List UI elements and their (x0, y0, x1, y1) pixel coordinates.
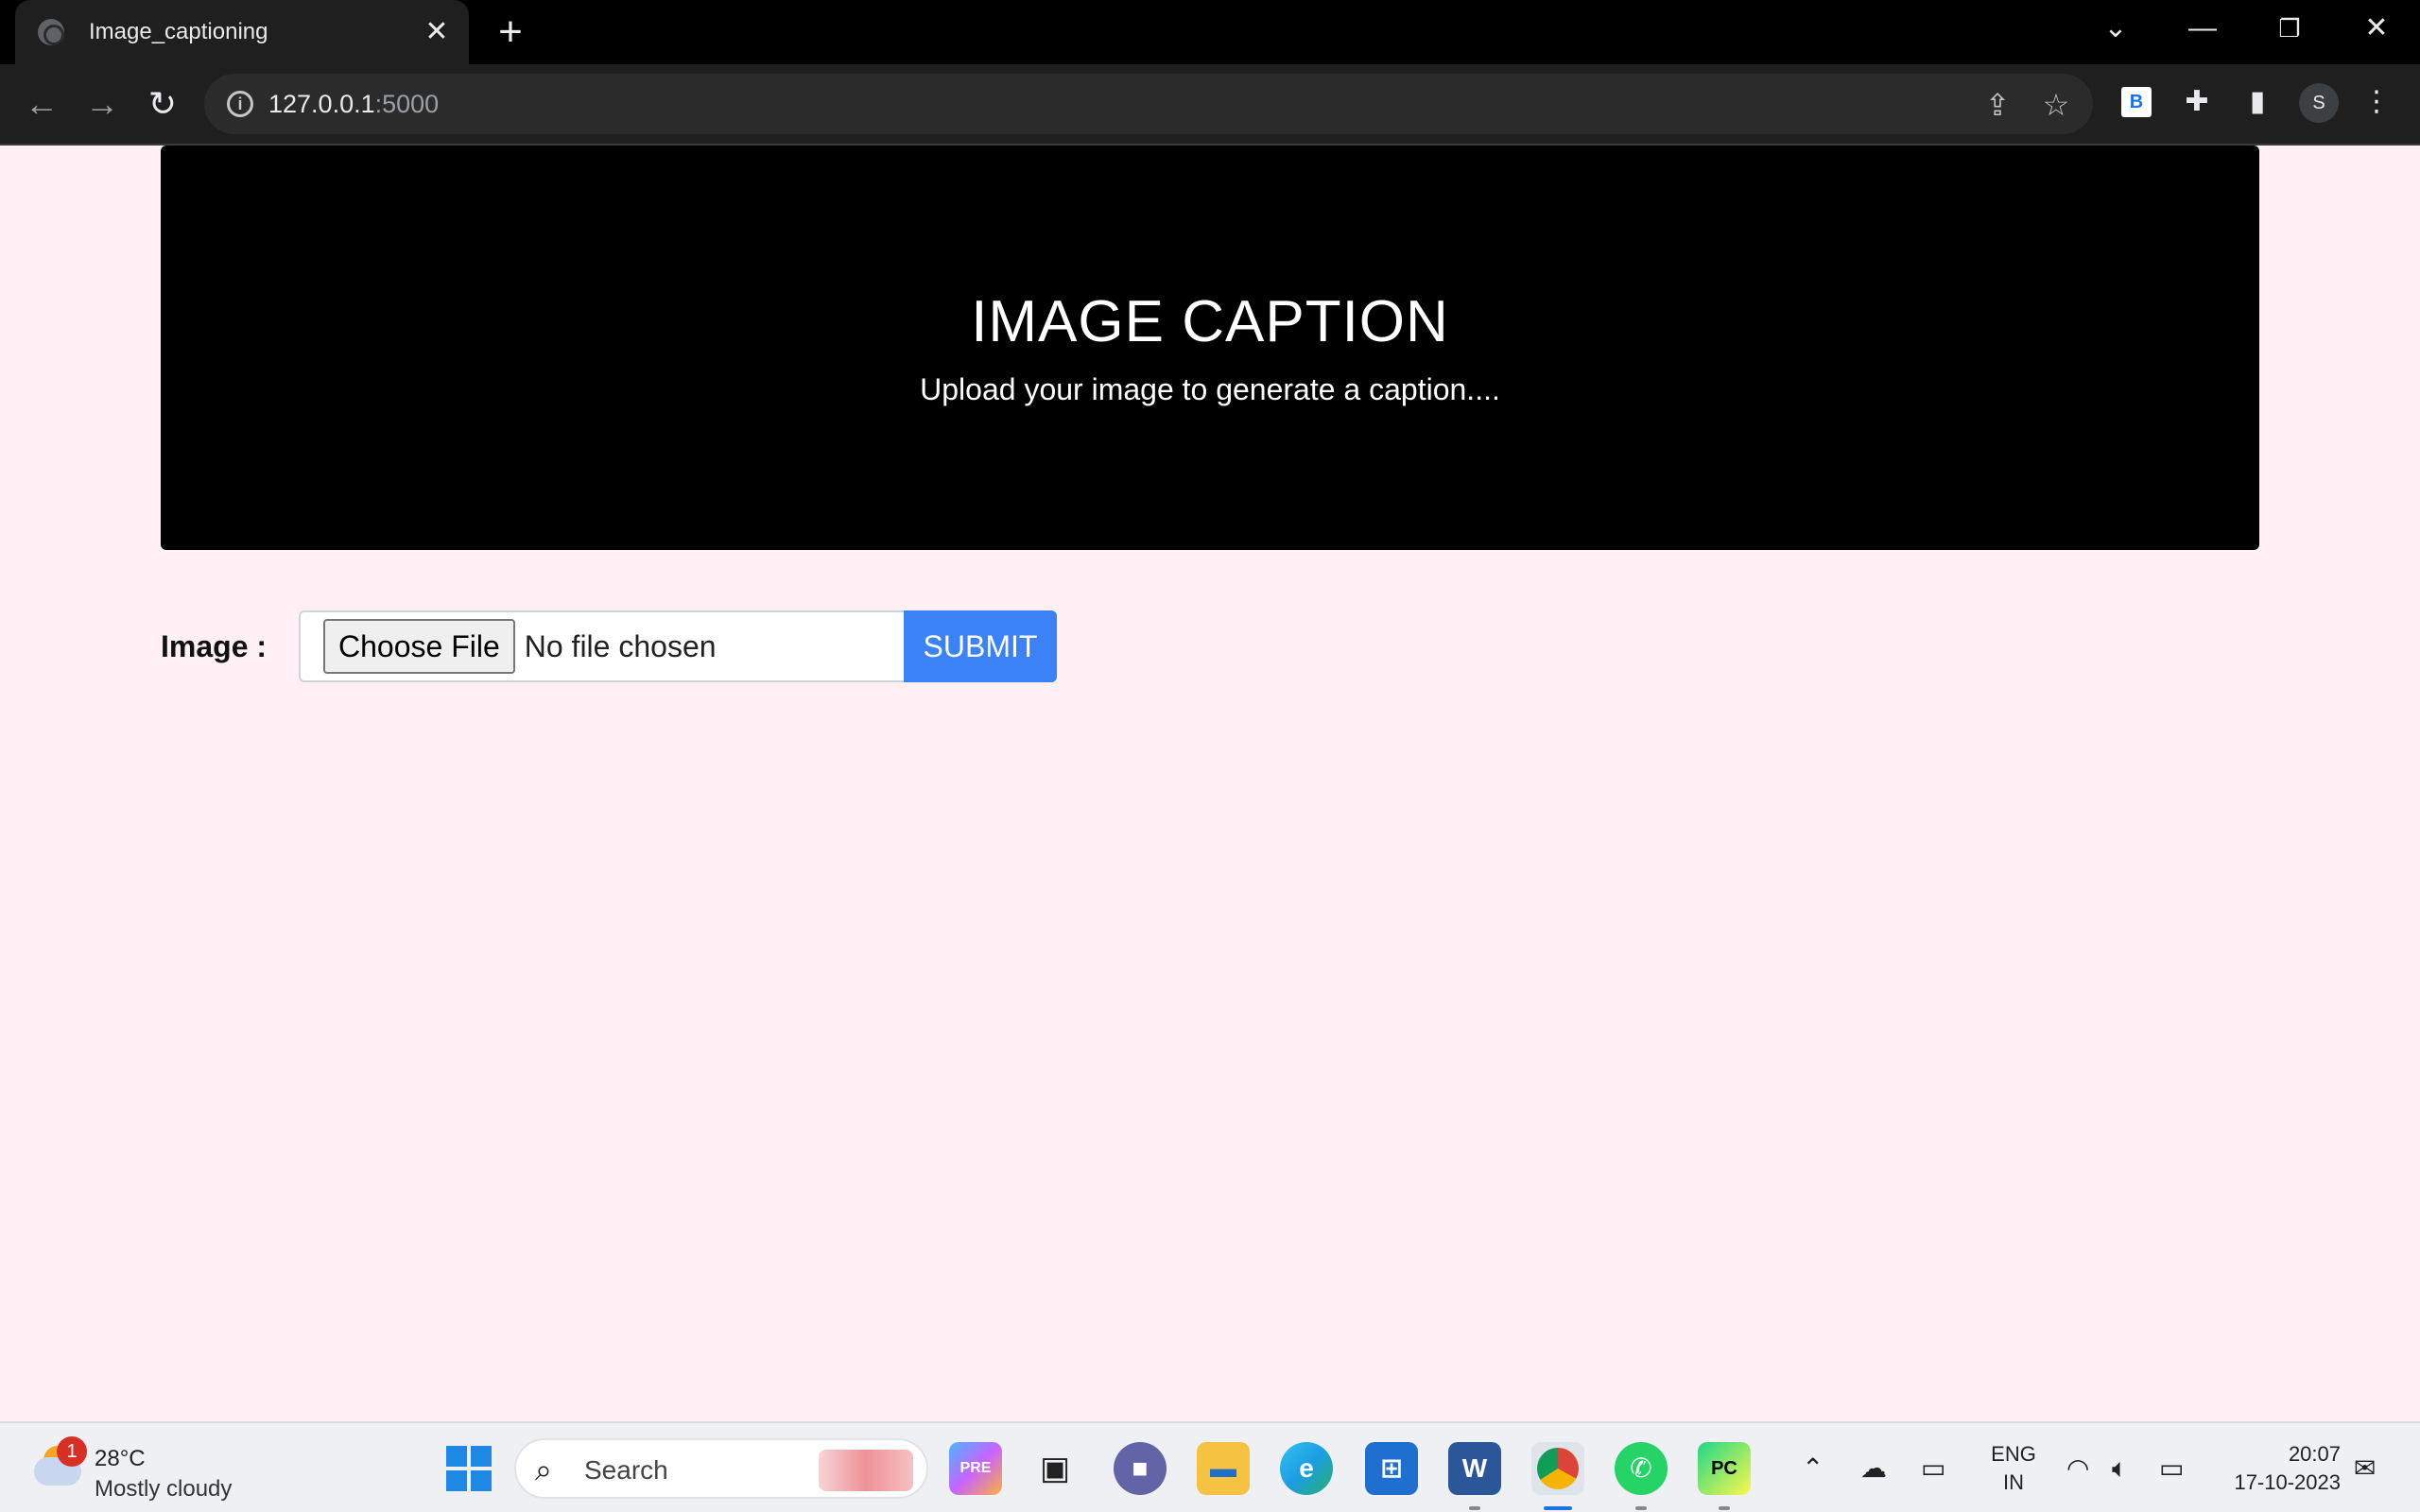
task-view-icon[interactable]: ▣ (1028, 1442, 1081, 1495)
browser-tab-active[interactable]: Image_captioning ✕ (15, 0, 469, 64)
edge-icon[interactable]: e (1280, 1442, 1333, 1495)
submit-button[interactable]: SUBMIT (904, 610, 1057, 682)
search-placeholder: Search (584, 1455, 668, 1485)
menu-kebab-icon[interactable]: ⋮ (2358, 83, 2395, 121)
weather-condition-text: Mostly cloudy (95, 1476, 233, 1502)
tab-title: Image_captioning (89, 19, 268, 44)
upload-form: Image : Choose File No file chosen SUBMI… (161, 610, 1057, 682)
file-input[interactable]: Choose File No file chosen (299, 610, 904, 682)
forward-button[interactable]: → (81, 83, 123, 125)
tablet-mode-icon[interactable]: ▭ (1921, 1452, 1945, 1486)
image-label: Image : (161, 628, 268, 663)
language-code: ENG (1991, 1442, 2036, 1466)
globe-icon (38, 19, 64, 45)
whatsapp-icon[interactable]: ✆ (1615, 1442, 1668, 1495)
show-hidden-icons-chevron-icon[interactable]: ⌃ (1802, 1452, 1824, 1486)
onedrive-cloud-icon[interactable]: ☁ (1860, 1452, 1887, 1486)
browser-toolbar: ← → ↻ i 127.0.0.1:5000 ⇪ ☆ B ✚ ▮ S ⋮ (0, 64, 2420, 146)
running-indicator-active (1544, 1506, 1572, 1510)
language-indicator[interactable]: ENG IN (1985, 1440, 2042, 1497)
hero-banner: IMAGE CAPTION Upload your image to gener… (161, 146, 2259, 550)
pycharm-icon[interactable]: PC (1698, 1442, 1751, 1495)
search-icon: ⌕ (535, 1452, 552, 1486)
windows-taskbar: 1 28°C Mostly cloudy ⌕ Search PRE ▣ ■ ▬ … (0, 1421, 2420, 1512)
clock[interactable]: 20:07 17-10-2023 (2208, 1440, 2341, 1497)
url-text: 127.0.0.1:5000 (268, 90, 440, 118)
side-panel-icon[interactable]: ▮ (2238, 83, 2276, 121)
running-indicator (1719, 1506, 1730, 1510)
minimize-icon[interactable]: — (2159, 0, 2246, 64)
page-subtitle: Upload your image to generate a caption.… (920, 372, 1500, 406)
teams-icon[interactable]: ■ (1114, 1442, 1167, 1495)
choose-file-button[interactable]: Choose File (323, 619, 515, 674)
weather-badge: 1 (57, 1436, 87, 1467)
taskbar-search[interactable]: ⌕ Search (514, 1438, 928, 1499)
tab-search-icon[interactable]: ⌄ (2072, 0, 2159, 64)
page-title: IMAGE CAPTION (971, 289, 1449, 354)
reload-button[interactable]: ↻ (142, 83, 183, 125)
browser-tab-strip: Image_captioning ✕ + ⌄ — ❐ ✕ (0, 0, 2420, 64)
file-explorer-icon[interactable]: ▬ (1197, 1442, 1250, 1495)
temperature-text: 28°C (95, 1446, 146, 1471)
address-bar[interactable]: i 127.0.0.1:5000 ⇪ ☆ (204, 74, 2093, 134)
word-icon[interactable]: W (1448, 1442, 1501, 1495)
share-icon[interactable]: ⇪ (1981, 89, 2014, 121)
copilot-icon[interactable]: PRE (949, 1442, 1002, 1495)
site-info-icon[interactable]: i (227, 91, 253, 117)
file-status-text: No file chosen (524, 628, 717, 663)
chrome-icon[interactable] (1531, 1442, 1584, 1495)
weather-widget[interactable]: 1 28°C Mostly cloudy (32, 1436, 278, 1503)
clock-time: 20:07 (2288, 1442, 2341, 1466)
region-code: IN (2003, 1470, 2024, 1494)
volume-icon[interactable]: 🔈︎ (2112, 1452, 2128, 1486)
close-window-icon[interactable]: ✕ (2333, 0, 2420, 64)
start-button[interactable] (442, 1442, 495, 1495)
store-icon[interactable]: ⊞ (1365, 1442, 1418, 1495)
new-tab-button[interactable]: + (492, 11, 529, 53)
running-indicator (1635, 1506, 1647, 1510)
notifications-icon[interactable]: ✉ (2354, 1452, 2376, 1486)
profile-avatar[interactable]: S (2299, 83, 2339, 123)
clock-date: 17-10-2023 (2234, 1470, 2341, 1494)
page-content: IMAGE CAPTION Upload your image to gener… (0, 146, 2420, 1421)
back-button[interactable]: ← (21, 83, 62, 125)
running-indicator (1469, 1506, 1480, 1510)
battery-icon[interactable]: ▭ (2159, 1452, 2184, 1486)
extension-b-icon[interactable]: B (2121, 87, 2152, 117)
extensions-puzzle-icon[interactable]: ✚ (2178, 83, 2216, 121)
close-tab-icon[interactable]: ✕ (422, 17, 452, 47)
restore-icon[interactable]: ❐ (2246, 0, 2333, 64)
search-highlight-image (819, 1450, 913, 1491)
wifi-icon[interactable]: ◠ (2066, 1452, 2089, 1486)
bookmark-star-icon[interactable]: ☆ (2040, 89, 2072, 121)
